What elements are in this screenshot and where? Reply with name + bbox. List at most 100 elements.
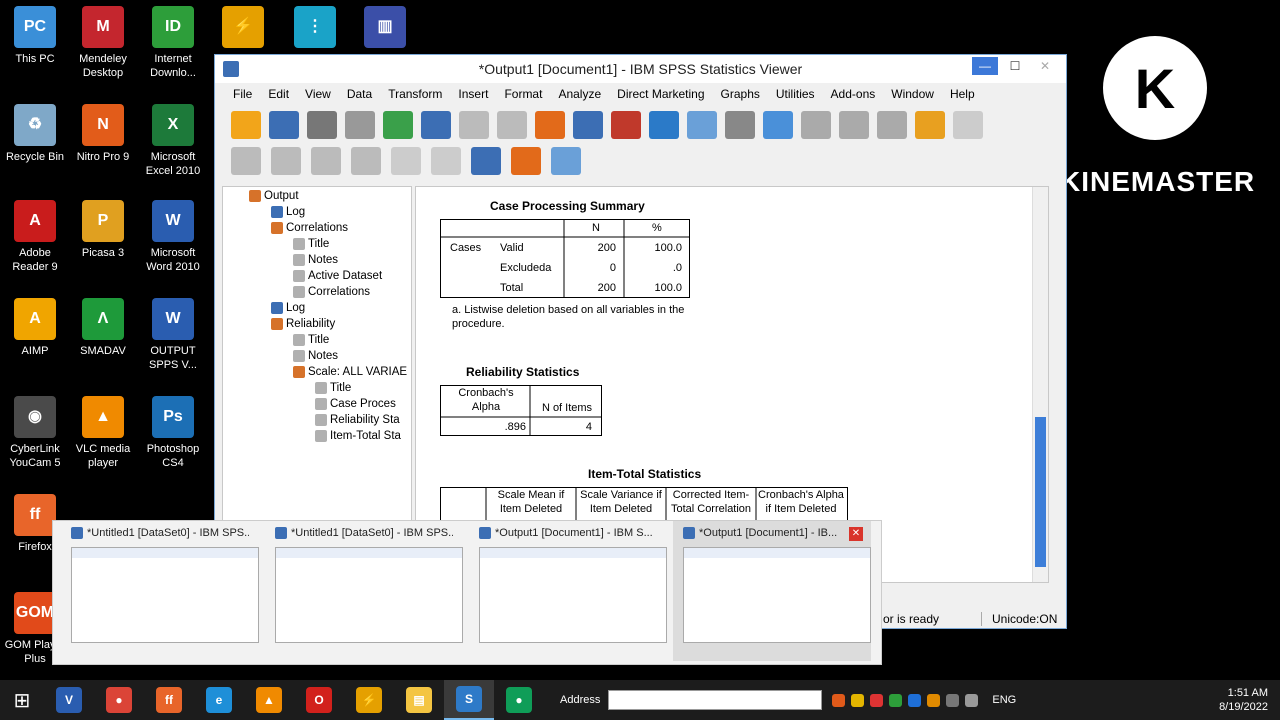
outline-node[interactable]: Item-Total Sta (315, 430, 401, 442)
expand-icon[interactable] (311, 147, 341, 175)
menu-utilities[interactable]: Utilities (768, 87, 823, 101)
scrollbar-thumb[interactable] (1035, 417, 1046, 567)
menu-transform[interactable]: Transform (380, 87, 450, 101)
taskbar-app[interactable]: ff (144, 680, 194, 720)
menu-data[interactable]: Data (339, 87, 380, 101)
show-icon[interactable] (915, 111, 945, 139)
volume-icon[interactable] (946, 693, 960, 707)
redo-icon[interactable] (497, 111, 527, 139)
undo-icon[interactable] (459, 111, 489, 139)
desktop-icon[interactable]: ID Internet Downlo... (138, 6, 208, 80)
use-sets-icon[interactable] (763, 111, 793, 139)
back-icon[interactable] (231, 147, 261, 175)
tray-app-icon[interactable] (870, 693, 884, 707)
recall-dialog-icon[interactable] (421, 111, 451, 139)
menu-format[interactable]: Format (496, 87, 550, 101)
menu-view[interactable]: View (297, 87, 339, 101)
collapse-icon[interactable] (351, 147, 381, 175)
title-bar[interactable]: *Output1 [Document1] - IBM SPSS Statisti… (215, 55, 1066, 83)
outline-node[interactable]: Correlations (271, 222, 348, 234)
language-indicator[interactable]: ENG (992, 694, 1016, 706)
outline-node[interactable]: Scale: ALL VARIAE (293, 366, 407, 378)
outline-node[interactable]: Title (315, 382, 351, 394)
tray-app-icon[interactable] (889, 693, 903, 707)
outline-node[interactable]: Correlations (293, 286, 370, 298)
desktop-icon[interactable]: ◉ CyberLink YouCam 5 (0, 396, 70, 470)
save-icon[interactable] (269, 111, 299, 139)
insert-text-icon[interactable] (551, 147, 581, 175)
address-input[interactable] (608, 690, 823, 710)
menu-direct-marketing[interactable]: Direct Marketing (609, 87, 712, 101)
window-preview[interactable]: *Untitled1 [DataSet0] - IBM SPS... (61, 521, 259, 661)
open-icon[interactable] (231, 111, 261, 139)
window-preview[interactable]: *Untitled1 [DataSet0] - IBM SPS... (265, 521, 463, 661)
desktop-icon[interactable]: PC This PC (0, 6, 70, 66)
desktop-icon[interactable]: ⚡ (208, 6, 278, 52)
outline-node[interactable]: Log (271, 302, 305, 314)
outline-node[interactable]: Notes (293, 350, 338, 362)
desktop-icon[interactable]: A AIMP (0, 298, 70, 358)
outline-node[interactable]: Active Dataset (293, 270, 382, 282)
variables-icon[interactable] (611, 111, 641, 139)
tray-app-icon[interactable] (832, 693, 846, 707)
desktop-icon[interactable]: Λ SMADAV (68, 298, 138, 358)
minimize-button[interactable]: — (972, 57, 998, 75)
goto-variable-icon[interactable] (573, 111, 603, 139)
menu-window[interactable]: Window (883, 87, 942, 101)
menu-graphs[interactable]: Graphs (713, 87, 768, 101)
export-icon[interactable] (383, 111, 413, 139)
taskbar-app[interactable]: S (444, 680, 494, 720)
tray-app-icon[interactable] (927, 693, 941, 707)
desktop-icon[interactable]: M Mendeley Desktop (68, 6, 138, 80)
outline-node[interactable]: Title (293, 334, 329, 346)
desktop-icon[interactable]: P Picasa 3 (68, 200, 138, 260)
outline-node[interactable]: Output (249, 190, 299, 202)
taskbar-app[interactable]: V (44, 680, 94, 720)
outline-node[interactable]: Log (271, 206, 305, 218)
demote-icon[interactable] (877, 111, 907, 139)
menu-add-ons[interactable]: Add-ons (823, 87, 884, 101)
desktop-icon[interactable]: X Microsoft Excel 2010 (138, 104, 208, 178)
taskbar-app[interactable]: ● (94, 680, 144, 720)
network-icon[interactable] (965, 693, 979, 707)
print-preview-icon[interactable] (345, 111, 375, 139)
print-icon[interactable] (307, 111, 337, 139)
goto-case-icon[interactable] (535, 111, 565, 139)
hide-all-icon[interactable] (431, 147, 461, 175)
close-button[interactable]: ✕ (1032, 57, 1058, 75)
desktop-icon[interactable]: Ps Photoshop CS4 (138, 396, 208, 470)
desktop-icon[interactable]: W OUTPUT SPPS V... (138, 298, 208, 372)
show-all-icon[interactable] (391, 147, 421, 175)
taskbar-app[interactable]: ▲ (244, 680, 294, 720)
desktop-icon[interactable]: ▲ VLC media player (68, 396, 138, 470)
outline-node[interactable]: Case Proces (315, 398, 396, 410)
outline-node[interactable]: Notes (293, 254, 338, 266)
desktop-icon[interactable]: W Microsoft Word 2010 (138, 200, 208, 274)
taskbar-app[interactable]: e (194, 680, 244, 720)
hide-icon[interactable] (953, 111, 983, 139)
split-file-icon[interactable] (649, 111, 679, 139)
menu-analyze[interactable]: Analyze (550, 87, 609, 101)
value-labels-icon[interactable] (725, 111, 755, 139)
insert-heading-icon[interactable] (471, 147, 501, 175)
desktop-icon[interactable]: ♻ Recycle Bin (0, 104, 70, 164)
taskbar-app[interactable]: O (294, 680, 344, 720)
desktop-icon[interactable]: A Adobe Reader 9 (0, 200, 70, 274)
tray-app-icon[interactable] (851, 693, 865, 707)
select-cases-icon[interactable] (687, 111, 717, 139)
clock[interactable]: 1:51 AM 8/19/2022 (1219, 686, 1268, 714)
designate-window-icon[interactable] (801, 111, 831, 139)
start-button[interactable]: ⊞ (0, 680, 44, 720)
desktop-icon[interactable]: ⋮ (280, 6, 350, 52)
preview-close-icon[interactable]: ✕ (849, 527, 863, 541)
taskbar-app[interactable]: ● (494, 680, 544, 720)
taskbar-app[interactable]: ▤ (394, 680, 444, 720)
outline-node[interactable]: Title (293, 238, 329, 250)
maximize-button[interactable]: ☐ (1002, 57, 1028, 75)
insert-title-icon[interactable] (511, 147, 541, 175)
vertical-scrollbar[interactable] (1032, 187, 1048, 582)
bluetooth-icon[interactable] (908, 693, 922, 707)
promote-icon[interactable] (839, 111, 869, 139)
menu-file[interactable]: File (225, 87, 260, 101)
window-preview[interactable]: *Output1 [Document1] - IB... ✕ (673, 521, 871, 661)
